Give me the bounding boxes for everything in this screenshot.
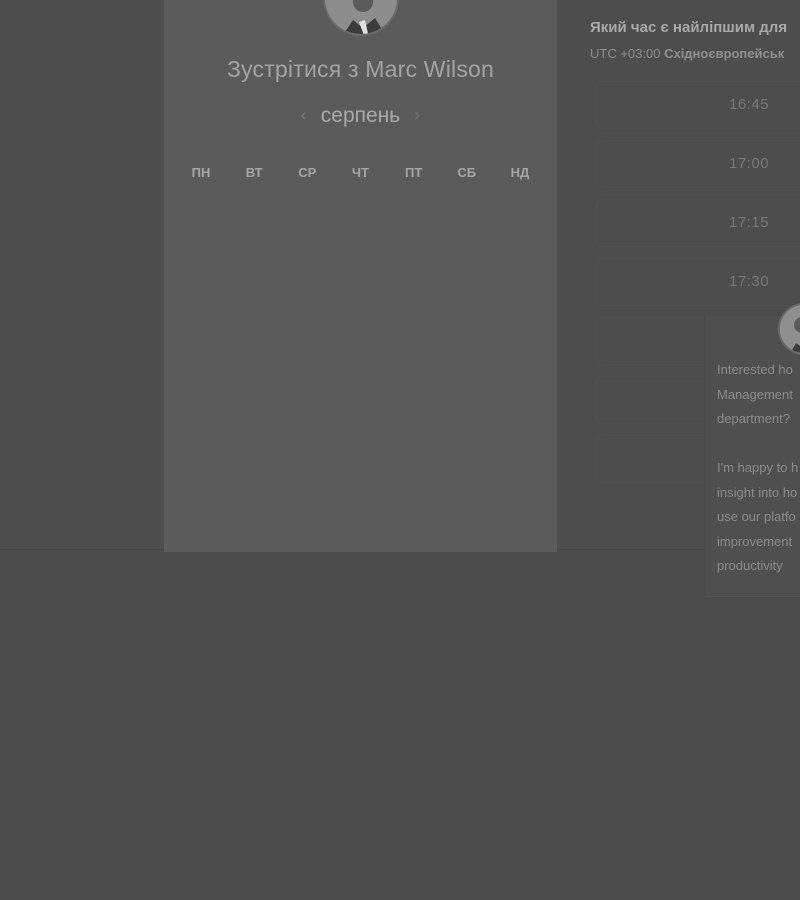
timezone-name: Східноєвропейськ	[664, 46, 785, 61]
weekday-tue: ВТ	[245, 165, 263, 180]
meeting-title: Зустрітися з Marc Wilson	[226, 56, 495, 82]
chevron-right-icon[interactable]: ›	[414, 105, 420, 126]
time-slot[interactable]: 17:15	[596, 199, 800, 247]
popup-line: I'm happy to h	[717, 460, 799, 475]
time-slot[interactable]: 16:45	[596, 81, 800, 129]
weekday-sun: НД	[510, 165, 530, 180]
weekday-wed: СР	[298, 165, 317, 180]
weekday-sat: СБ	[457, 165, 477, 180]
month-label: серпень	[320, 104, 401, 127]
popup-line: productivity	[717, 558, 783, 573]
weekday-mon: ПН	[191, 165, 211, 180]
popup-line: insight into ho	[717, 485, 798, 500]
time-slot[interactable]: 17:00	[596, 140, 800, 188]
time-slot[interactable]: 17:30	[596, 258, 800, 306]
popup-line: improvement	[717, 534, 793, 549]
weekday-thu: ЧТ	[351, 165, 369, 180]
popup-line: Interested ho	[717, 362, 793, 377]
weekday-fri: ПТ	[404, 165, 423, 180]
popup-line: Management	[717, 387, 793, 402]
utc-offset: UTC +03:00	[590, 46, 661, 61]
booking-page: Зустрітися з Marc Wilson ‹ серпень › ПН ВТ…	[0, 0, 800, 900]
popup-line: use our platfo	[717, 509, 796, 524]
weekday-header: ПН ВТ СР ЧТ ПТ СБ НД	[164, 165, 557, 180]
chevron-left-icon[interactable]: ‹	[301, 105, 307, 126]
popup-line: department?	[717, 411, 790, 426]
timezone-selector[interactable]: UTC +03:00 Східноєвропейськ	[590, 46, 784, 61]
time-question-heading: Який час є найліпшим для	[590, 19, 788, 36]
host-info-popup	[704, 316, 800, 597]
month-navigation: ‹ серпень ›	[164, 104, 557, 128]
